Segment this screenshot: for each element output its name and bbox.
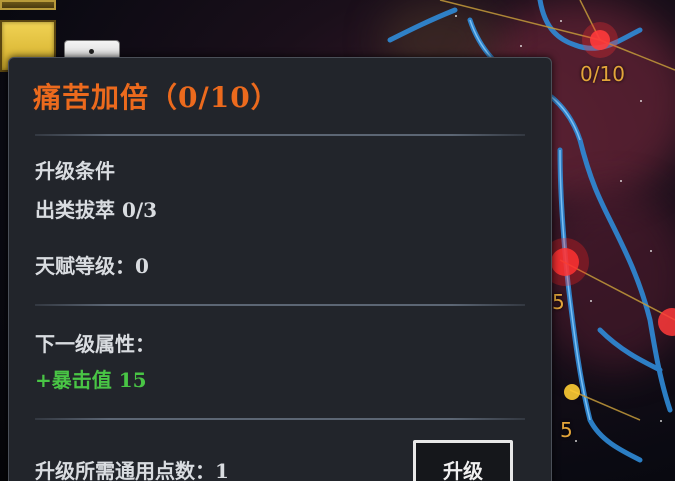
upgrade-cost: 升级所需通用点数：1 — [35, 459, 229, 481]
requirement-level: 天赋等级：0 — [35, 254, 149, 278]
node-progress-label: 5 — [560, 418, 573, 442]
talent-title: 痛苦加倍（0/10） — [33, 81, 280, 114]
game-scene: 0/10 5 5 痛苦加倍（0/10） 升级条件 出类拔萃 0/3 天赋等级：0… — [0, 0, 675, 481]
next-level-stat: +暴击值 15 — [35, 368, 147, 392]
divider — [35, 304, 525, 306]
divider — [35, 418, 525, 420]
node-progress-label: 5 — [552, 290, 565, 314]
divider — [35, 134, 525, 136]
requirements-heading: 升级条件 — [35, 159, 115, 183]
left-panel-frame — [0, 0, 56, 10]
next-level-heading: 下一级属性： — [35, 332, 155, 356]
node-progress-label: 0/10 — [580, 62, 625, 86]
upgrade-button[interactable]: 升级 — [413, 440, 513, 481]
talent-tooltip: 痛苦加倍（0/10） 升级条件 出类拔萃 0/3 天赋等级：0 下一级属性： +… — [8, 57, 552, 481]
requirement-talent: 出类拔萃 0/3 — [35, 198, 158, 222]
